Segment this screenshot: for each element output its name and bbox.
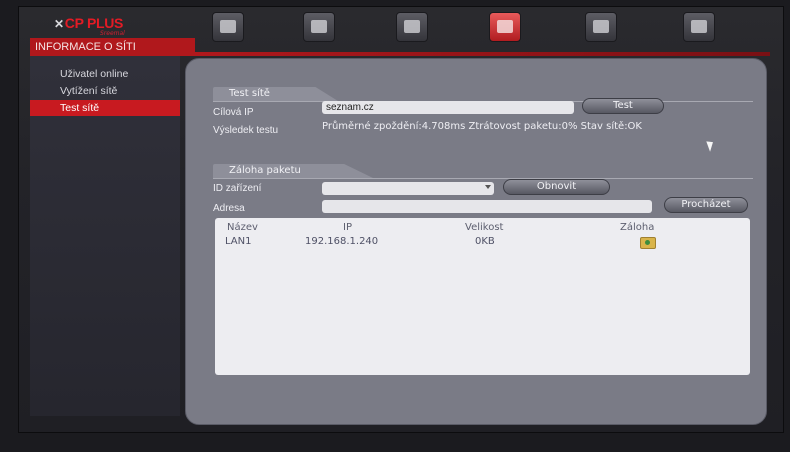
sidebar: Uživatel online Vytížení sítě Test sítě [30,56,180,416]
camera-icon[interactable] [212,12,244,42]
row-ip: 192.168.1.240 [305,236,379,247]
col-header-ip: IP [343,222,352,233]
test-button[interactable]: Test [582,98,664,114]
shutdown-icon[interactable] [683,12,715,42]
col-header-size: Velikost [465,222,504,233]
col-header-name: Název [227,222,258,233]
device-id-label: ID zařízení [213,183,262,194]
row-name: LAN1 [225,236,252,247]
sidebar-item-network-test[interactable]: Test sítě [30,100,180,116]
device-id-select[interactable] [322,182,494,195]
page-title: INFORMACE O SÍTI [30,38,195,56]
sidebar-item-network-load[interactable]: Vytížení sítě [30,83,180,99]
logo-subtext: Sreemal [100,30,125,37]
section-divider [213,178,753,179]
address-input[interactable] [322,200,652,213]
target-ip-label: Cílová IP [213,107,254,118]
row-size: 0KB [475,236,495,247]
chevron-down-icon [485,185,491,189]
network-icon[interactable] [489,12,521,42]
browse-button[interactable]: Procházet [664,197,748,213]
storage-icon[interactable] [396,12,428,42]
logo-text: ✕CP PLUS [54,15,123,31]
screen-reflection [60,432,120,442]
address-label: Adresa [213,203,245,214]
refresh-button[interactable]: Obnovit [503,179,610,195]
backup-table: Název IP Velikost Záloha LAN1 192.168.1.… [215,218,750,375]
backup-icon[interactable] [640,237,656,249]
col-header-backup: Záloha [620,222,655,233]
title-underline [190,52,770,56]
logo-label: CP PLUS [64,15,124,31]
logo-mark-icon: ✕ [54,17,64,31]
target-ip-input[interactable] [322,101,574,114]
sidebar-item-online-users[interactable]: Uživatel online [30,66,180,82]
tools-icon[interactable] [585,12,617,42]
result-value: Průměrné zpoždění:4.708ms Ztrátovost pak… [322,121,642,132]
video-icon[interactable] [303,12,335,42]
result-label: Výsledek testu [213,125,279,136]
